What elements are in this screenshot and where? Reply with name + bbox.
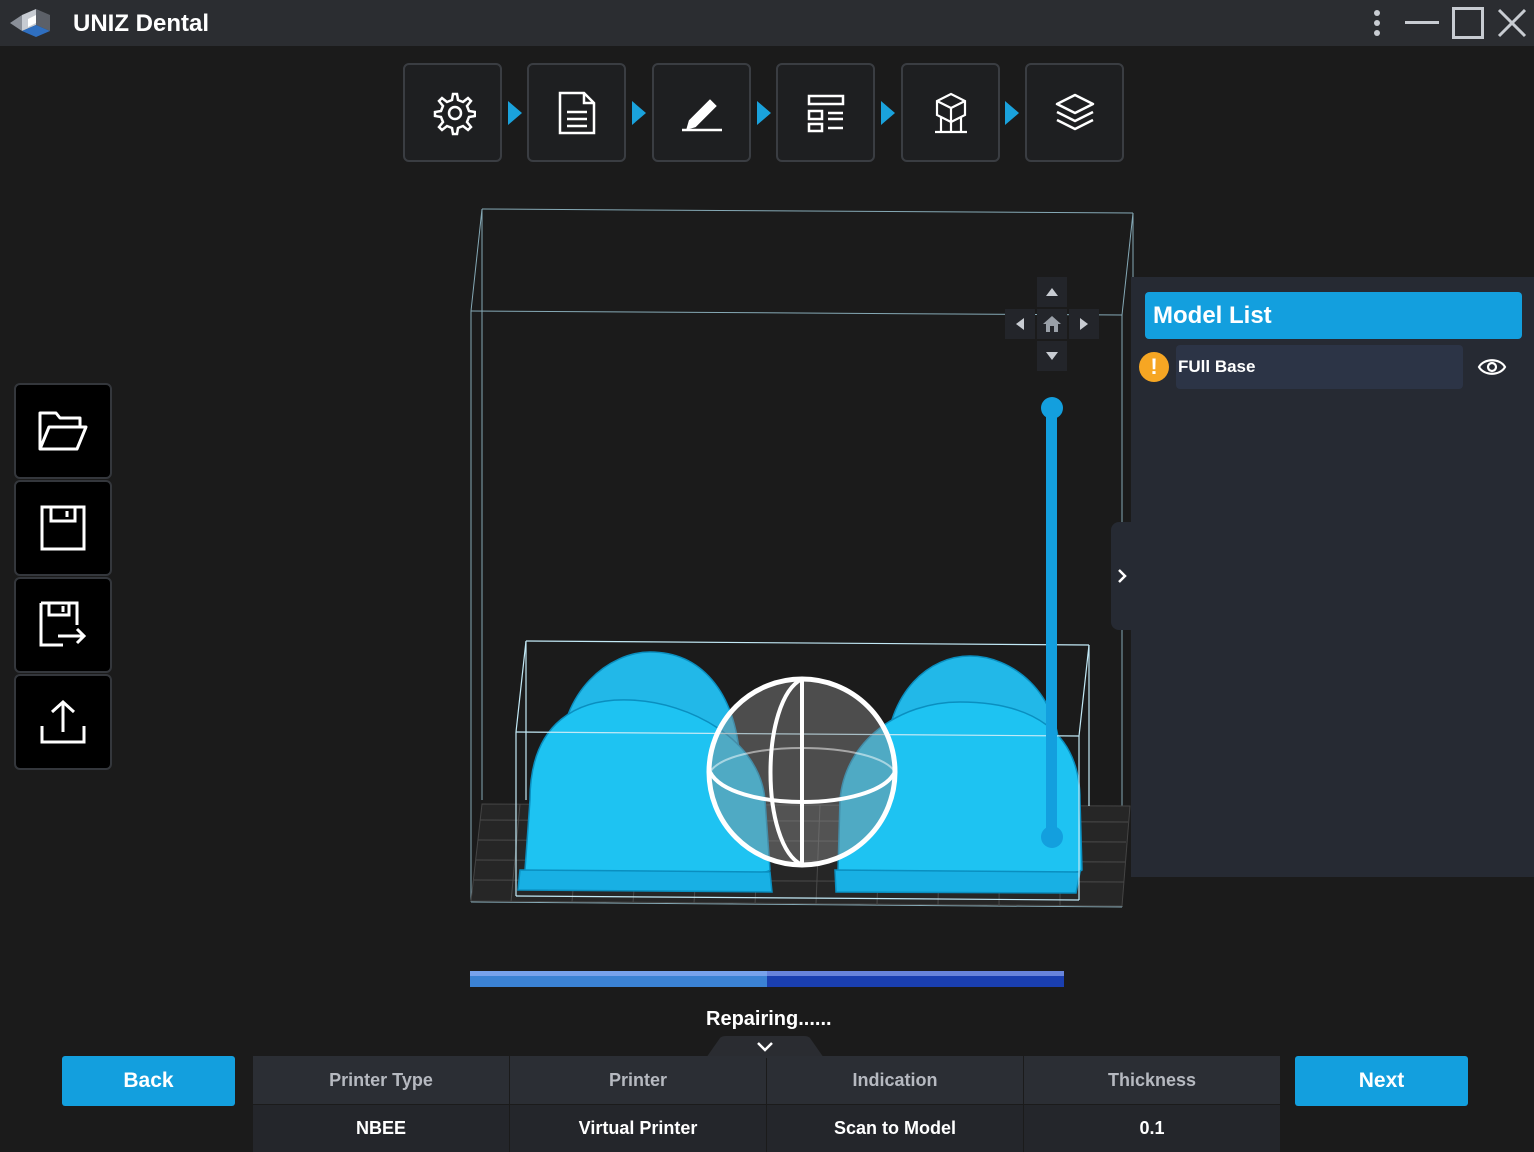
bottom-panel-toggle[interactable] <box>706 1036 824 1058</box>
printer-type-label: Printer Type <box>253 1056 509 1104</box>
step-layout-button[interactable] <box>776 63 875 162</box>
layout-icon <box>807 94 844 132</box>
back-button[interactable]: Back <box>62 1056 235 1106</box>
support-icon <box>934 92 967 133</box>
printer-value: Virtual Printer <box>510 1104 766 1152</box>
save-as-icon <box>39 601 87 647</box>
save-as-button[interactable] <box>14 577 112 673</box>
model-list-item[interactable]: FUll Base <box>1176 345 1463 389</box>
upload-button[interactable] <box>14 674 112 770</box>
thickness-label: Thickness <box>1024 1056 1280 1104</box>
layer-slider-track[interactable] <box>1046 406 1057 838</box>
chevron-right-icon <box>1118 569 1127 583</box>
layer-slider-top-handle[interactable] <box>1041 397 1063 419</box>
uniz-logo-icon <box>10 9 50 37</box>
model-list-title: Model List <box>1145 292 1522 339</box>
nav-home-icon[interactable] <box>1037 309 1067 339</box>
repair-progress-bar <box>470 971 1064 987</box>
thickness-value: 0.1 <box>1024 1104 1280 1152</box>
printer-info: Printer Virtual Printer <box>510 1056 766 1152</box>
maximize-icon[interactable] <box>1450 4 1486 42</box>
step-support-button[interactable] <box>901 63 1000 162</box>
layer-slider-bottom-handle[interactable] <box>1041 826 1063 848</box>
step-document-button[interactable] <box>527 63 626 162</box>
layers-icon <box>1055 93 1094 130</box>
next-button[interactable]: Next <box>1295 1056 1468 1106</box>
title-bar: UNIZ Dental <box>0 0 1534 46</box>
progress-highlight <box>470 971 1064 976</box>
indication-info: Indication Scan to Model <box>767 1056 1023 1152</box>
nav-right-icon[interactable] <box>1069 309 1099 339</box>
save-icon <box>40 505 86 551</box>
step-edit-button[interactable] <box>652 63 751 162</box>
more-options-icon[interactable] <box>1366 4 1388 42</box>
open-file-button[interactable] <box>14 383 112 479</box>
nav-left-icon[interactable] <box>1005 309 1035 339</box>
save-button[interactable] <box>14 480 112 576</box>
step-slice-button[interactable] <box>1025 63 1124 162</box>
nav-down-icon[interactable] <box>1037 341 1067 371</box>
minimize-icon[interactable] <box>1404 4 1440 42</box>
document-icon <box>558 91 595 134</box>
step-settings-button[interactable] <box>403 63 502 162</box>
status-text: Repairing...... <box>706 1008 832 1030</box>
step-arrow <box>508 101 522 125</box>
step-arrow <box>881 101 895 125</box>
close-icon[interactable] <box>1494 4 1530 42</box>
nav-up-icon[interactable] <box>1037 277 1067 307</box>
view-navigation-pad <box>1005 277 1099 371</box>
panel-collapse-toggle[interactable] <box>1111 522 1133 630</box>
gear-icon <box>433 92 476 135</box>
pen-icon <box>681 98 722 131</box>
warning-icon[interactable]: ! <box>1139 352 1169 382</box>
export-icon <box>40 699 86 744</box>
printer-type-value: NBEE <box>253 1104 509 1152</box>
printer-type-info: Printer Type NBEE <box>253 1056 509 1152</box>
rotation-gizmo[interactable] <box>706 676 898 868</box>
step-arrow <box>632 101 646 125</box>
step-arrow <box>1005 101 1019 125</box>
model-name: FUll Base <box>1178 357 1256 376</box>
step-arrow <box>757 101 771 125</box>
indication-label: Indication <box>767 1056 1023 1104</box>
printer-label: Printer <box>510 1056 766 1104</box>
indication-value: Scan to Model <box>767 1104 1023 1152</box>
thickness-info: Thickness 0.1 <box>1024 1056 1280 1152</box>
visibility-eye-icon[interactable] <box>1477 355 1507 379</box>
app-title: UNIZ Dental <box>73 10 210 37</box>
open-folder-icon <box>38 411 88 451</box>
app-window: UNIZ Dental Model List ! FUll Base Repai… <box>0 0 1534 1152</box>
